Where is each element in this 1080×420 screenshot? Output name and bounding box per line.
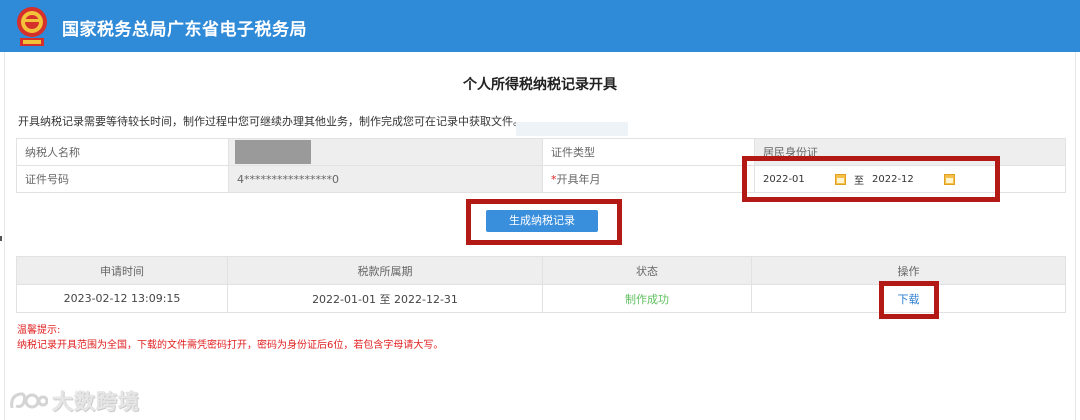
highlight-box-generate-button — [466, 199, 622, 245]
period-label: *开具年月 — [542, 165, 755, 193]
id-number-value: 4****************0 — [228, 165, 543, 193]
watermark-logo-icon — [10, 392, 48, 409]
watermark-text: 大数跨境 — [52, 390, 140, 414]
apply-time-cell: 2023-02-12 13:09:15 — [16, 284, 228, 313]
header-status: 状态 — [542, 256, 752, 285]
header-apply-time: 申请时间 — [16, 256, 228, 285]
highlight-box-download — [879, 281, 939, 319]
edge-marker — [0, 236, 2, 241]
top-header-bar: 国家税务总局广东省电子税务局 — [0, 0, 1080, 52]
taxpayer-name-value — [228, 138, 543, 166]
tips-body: 纳税记录开具范围为全国，下载的文件需凭密码打开，密码为身份证后6位，若包含字母请… — [17, 340, 444, 351]
processing-notice: 开具纳税记录需要等待较长时间，制作过程中您可继续办理其他业务，制作完成您可在记录… — [18, 115, 524, 128]
watermark: 大数跨境 — [8, 386, 140, 416]
tax-period-cell: 2022-01-01 至 2022-12-31 — [227, 284, 543, 313]
national-tax-emblem-icon — [17, 7, 47, 46]
id-number-label: 证件号码 — [16, 165, 229, 193]
taxpayer-name-label: 纳税人名称 — [16, 138, 229, 166]
masked-name-block — [235, 140, 311, 164]
site-title: 国家税务总局广东省电子税务局 — [62, 20, 307, 40]
status-cell: 制作成功 — [542, 284, 752, 313]
page-title: 个人所得税纳税记录开具 — [463, 77, 617, 93]
tips-title: 温馨提示: — [17, 325, 61, 336]
period-label-text: 开具年月 — [556, 173, 601, 186]
faded-overlay-hint — [516, 122, 628, 136]
highlight-box-date-range — [742, 156, 1000, 202]
header-tax-period: 税款所属期 — [227, 256, 543, 285]
id-type-label: 证件类型 — [542, 138, 755, 166]
